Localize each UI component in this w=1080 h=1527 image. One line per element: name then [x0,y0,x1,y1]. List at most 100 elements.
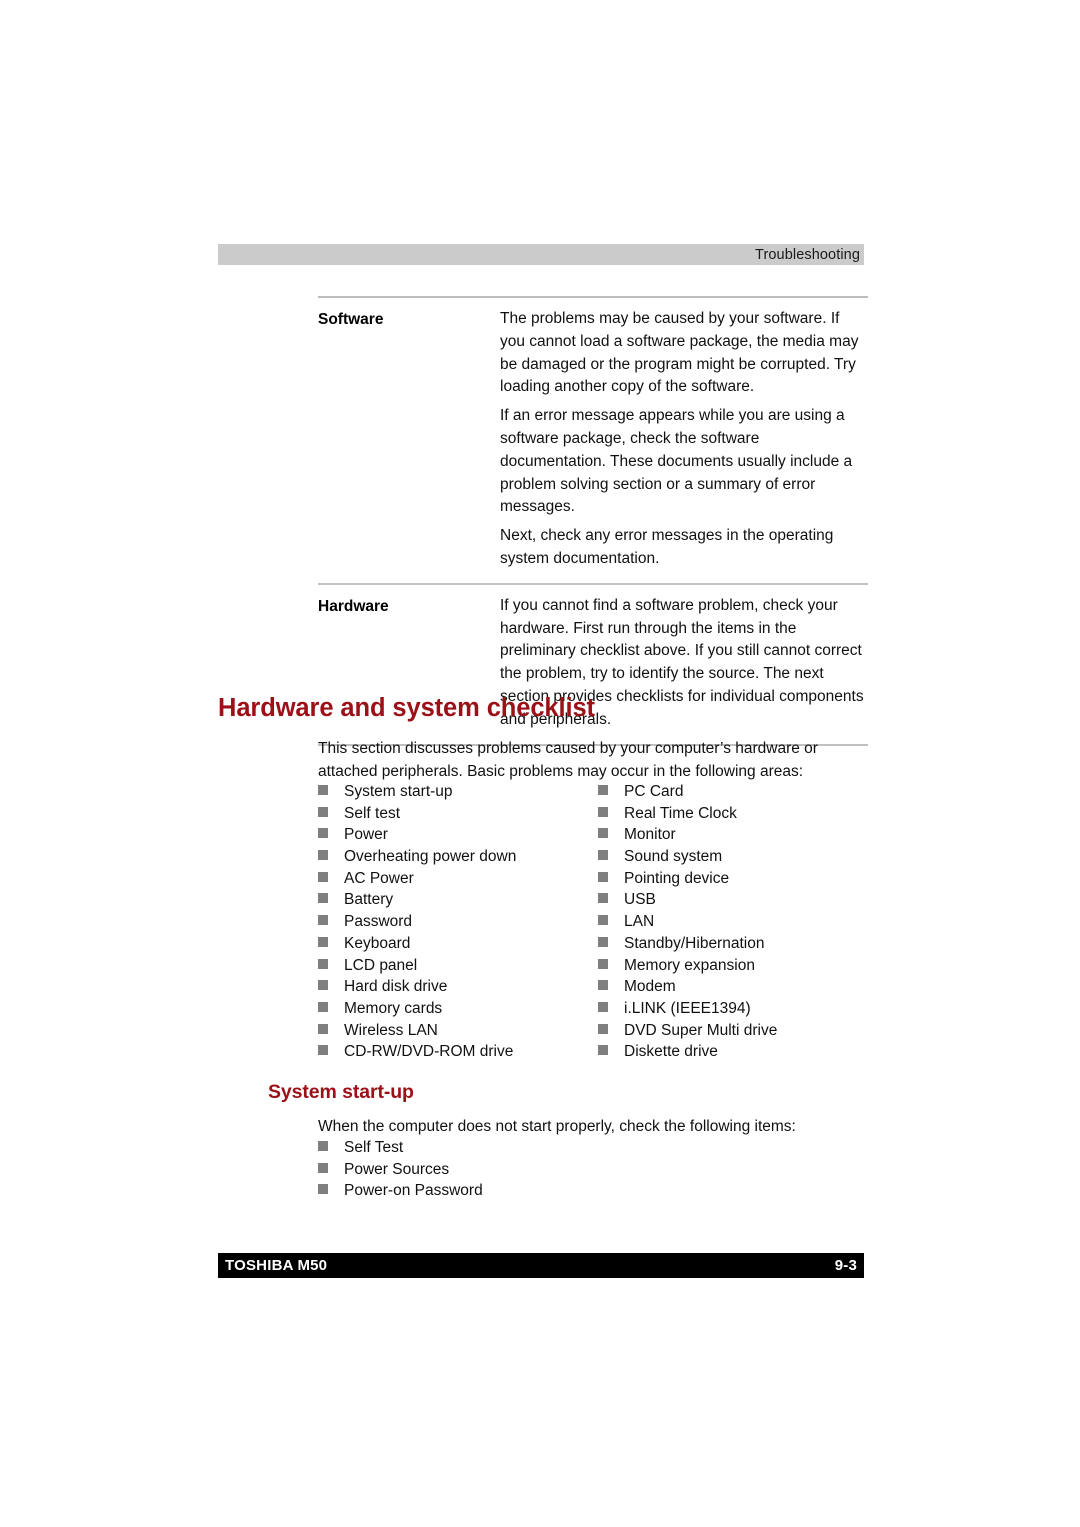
square-bullet-icon [598,1045,608,1056]
list-item-label: Pointing device [624,869,730,887]
footer-product-name: TOSHIBA M50 [225,1257,328,1274]
list-item: Password [318,913,598,935]
square-bullet-icon [598,1023,608,1034]
square-bullet-icon [598,850,608,861]
list-item: Hard disk drive [318,978,598,1000]
square-bullet-icon [598,871,608,882]
square-bullet-icon [318,806,328,817]
list-item-label: LAN [624,913,655,931]
list-item: Memory cards [318,1000,598,1022]
list-item: PC Card [598,783,878,805]
list-item-label: Hard disk drive [344,978,448,996]
list-item: Sound system [598,848,878,870]
list-item: LCD panel [318,957,598,979]
list-item: CD-RW/DVD-ROM drive [318,1043,598,1065]
list-item-label: i.LINK (IEEE1394) [624,999,751,1017]
list-item-label: Power Sources [344,1160,450,1178]
checklist-column-right: PC Card Real Time Clock Monitor Sound sy… [598,783,878,1065]
list-item: Battery [318,891,598,913]
definition-body-software: The problems may be caused by your softw… [500,308,868,573]
definition-term-hardware: Hardware [318,597,389,615]
list-item-label: Standby/Hibernation [624,934,765,952]
list-item-label: Password [344,913,413,931]
list-item: Memory expansion [598,957,878,979]
square-bullet-icon [318,871,328,882]
square-bullet-icon [318,893,328,904]
list-item-label: Sound system [624,848,723,866]
list-item-label: Real Time Clock [624,804,737,822]
list-item: USB [598,891,878,913]
paragraph: If an error message appears while you ar… [500,407,853,516]
list-item: Pointing device [598,870,878,892]
list-item: Keyboard [318,935,598,957]
definition-table: Software The problems may be caused by y… [318,296,868,746]
list-item-label: LCD panel [344,956,418,974]
list-item: Standby/Hibernation [598,935,878,957]
square-bullet-icon [318,1162,328,1173]
list-item: Diskette drive [598,1043,878,1065]
square-bullet-icon [318,1045,328,1056]
footer-page-number: 9-3 [834,1257,857,1274]
paragraph: The problems may be caused by your softw… [500,310,859,396]
square-bullet-icon [318,958,328,969]
list-item: Wireless LAN [318,1022,598,1044]
square-bullet-icon [318,1023,328,1034]
square-bullet-icon [598,806,608,817]
document-page: Troubleshooting Software The problems ma… [0,0,1080,1527]
list-item: DVD Super Multi drive [598,1022,878,1044]
section-intro-paragraph: This section discusses problems caused b… [318,740,818,780]
list-item-label: Battery [344,891,394,909]
square-bullet-icon [318,850,328,861]
list-item: Overheating power down [318,848,598,870]
square-bullet-icon [598,958,608,969]
list-item: Self Test [318,1139,718,1161]
table-row: Software The problems may be caused by y… [318,298,868,583]
list-item: LAN [598,913,878,935]
list-item: System start-up [318,783,598,805]
square-bullet-icon [318,936,328,947]
list-item-label: System start-up [344,783,453,800]
section-heading-hardware-and-system-checklist: Hardware and system checklist [218,694,595,722]
list-item-label: DVD Super Multi drive [624,1021,778,1039]
list-item-label: Power [344,826,388,844]
running-header-text: Troubleshooting [755,246,860,263]
square-bullet-icon [318,1184,328,1195]
square-bullet-icon [598,915,608,926]
square-bullet-icon [598,936,608,947]
square-bullet-icon [598,1001,608,1012]
checklist-column-left: System start-up Self test Power Overheat… [318,783,598,1065]
startup-checklist: Self Test Power Sources Power-on Passwor… [318,1139,718,1204]
square-bullet-icon [318,1001,328,1012]
list-item-label: Wireless LAN [344,1021,438,1039]
list-item: Power-on Password [318,1182,718,1204]
list-item: Self test [318,805,598,827]
list-item: Monitor [598,826,878,848]
square-bullet-icon [598,828,608,839]
list-item-label: Memory cards [344,999,443,1017]
page-footer-bar: TOSHIBA M50 9-3 [218,1253,864,1278]
running-header-bar: Troubleshooting [218,244,864,265]
list-item-label: AC Power [344,869,414,887]
subsection-intro-paragraph: When the computer does not start properl… [318,1118,796,1135]
square-bullet-icon [598,785,608,795]
list-item-label: Self test [344,804,400,822]
list-item-label: Memory expansion [624,956,755,974]
list-item: AC Power [318,870,598,892]
list-item: Power [318,826,598,848]
list-item: Power Sources [318,1161,718,1183]
list-item-label: Keyboard [344,934,411,952]
list-item: Real Time Clock [598,805,878,827]
subsection-heading-system-start-up: System start-up [268,1081,414,1103]
list-item-label: Self Test [344,1139,404,1156]
square-bullet-icon [318,980,328,991]
list-item-label: Modem [624,978,676,996]
list-item-label: USB [624,891,656,909]
list-item-label: Overheating power down [344,848,517,866]
list-item-label: CD-RW/DVD-ROM drive [344,1043,514,1061]
paragraph: Next, check any error messages in the op… [500,527,834,567]
list-item-label: PC Card [624,783,684,800]
square-bullet-icon [318,828,328,839]
list-item-label: Monitor [624,826,676,844]
square-bullet-icon [598,980,608,991]
square-bullet-icon [318,1141,328,1151]
